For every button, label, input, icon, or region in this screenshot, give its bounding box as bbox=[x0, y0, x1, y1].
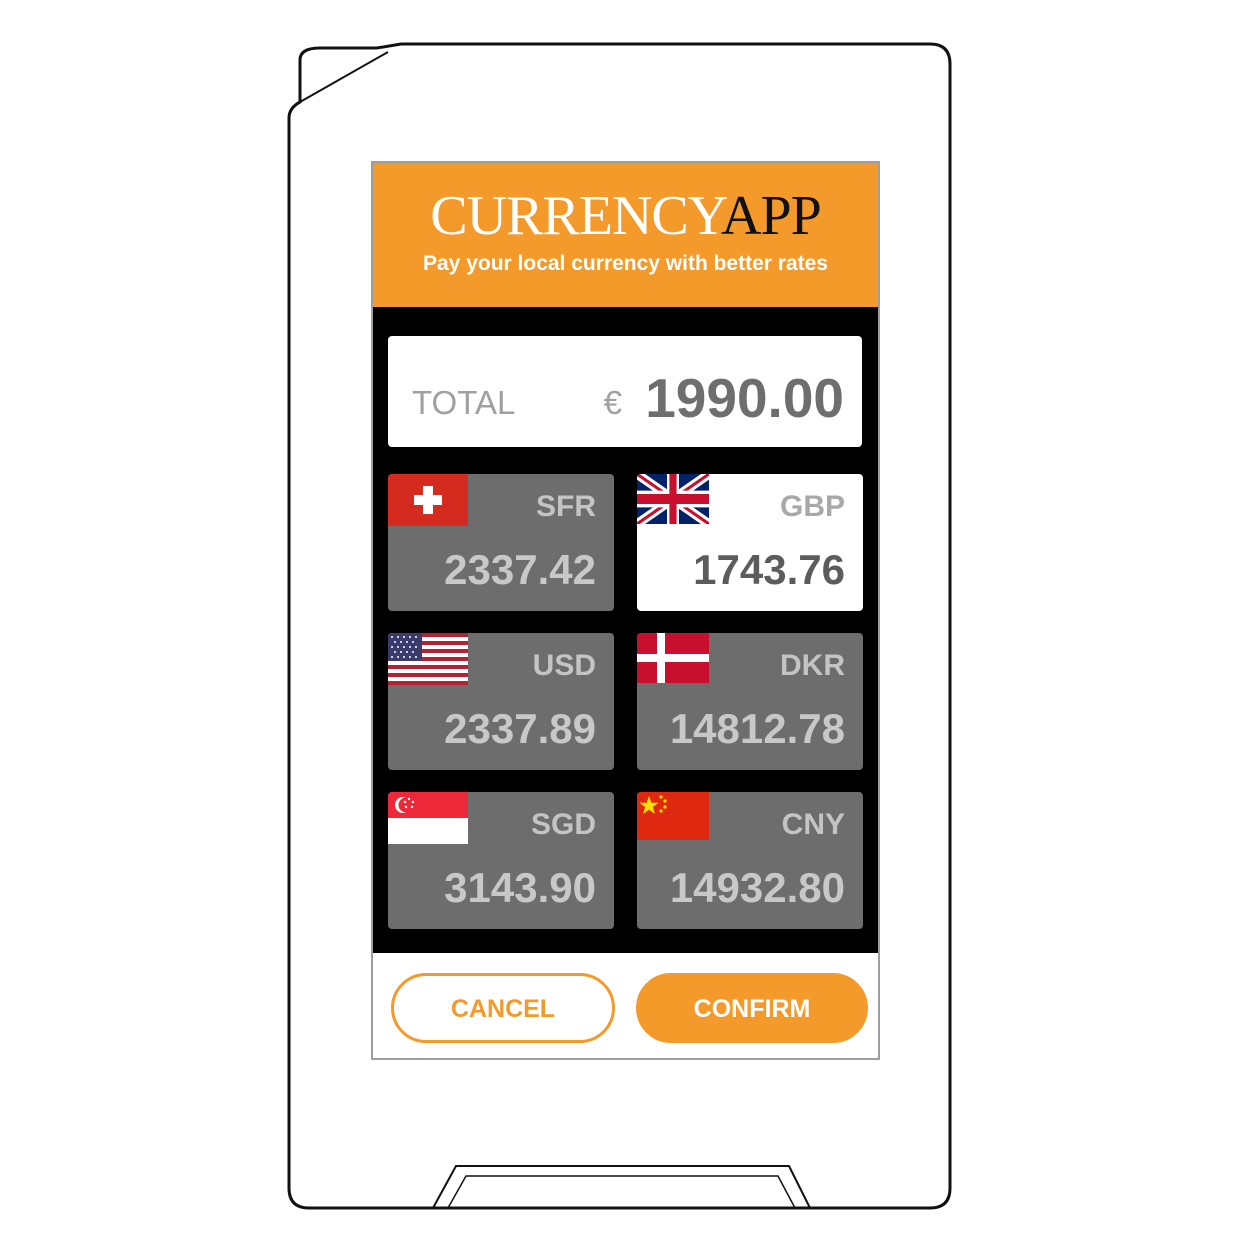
currency-amount: 2337.42 bbox=[444, 546, 596, 593]
currency-tile-dkr[interactable]: DKR 14812.78 bbox=[637, 633, 863, 770]
app-logo: CURRENCYAPP bbox=[373, 185, 878, 247]
terminal-screen: CURRENCYAPP Pay your local currency with… bbox=[371, 161, 880, 1060]
app-header: CURRENCYAPP Pay your local currency with… bbox=[373, 163, 878, 307]
currency-code: GBP bbox=[779, 490, 845, 523]
currency-code: SFR bbox=[536, 490, 596, 523]
currency-tile-sgd[interactable]: SGD 3143.90 bbox=[388, 792, 614, 929]
app-tagline: Pay your local currency with better rate… bbox=[423, 252, 828, 275]
us-flag-icon bbox=[388, 633, 468, 685]
currency-amount: 14812.78 bbox=[669, 705, 845, 752]
china-flag-icon bbox=[637, 792, 709, 840]
denmark-flag-icon bbox=[637, 633, 709, 683]
total-label: TOTAL bbox=[412, 384, 516, 421]
currency-panel: TOTAL € 1990.00 SFR 2337.42 GBP 1743.76 … bbox=[373, 307, 878, 953]
app-title-part2: APP bbox=[721, 185, 822, 247]
currency-code: USD bbox=[532, 649, 596, 682]
currency-amount: 1743.76 bbox=[693, 546, 845, 593]
uk-flag-icon bbox=[637, 474, 709, 524]
total-currency-symbol: € bbox=[603, 384, 622, 421]
total-display: TOTAL € 1990.00 bbox=[388, 336, 862, 447]
cancel-button[interactable]: CANCEL bbox=[391, 973, 615, 1043]
currency-tile-gbp[interactable]: GBP 1743.76 bbox=[637, 474, 863, 611]
singapore-flag-icon bbox=[388, 792, 468, 844]
currency-code: CNY bbox=[781, 808, 845, 841]
currency-tile-cny[interactable]: CNY 14932.80 bbox=[637, 792, 863, 929]
confirm-button[interactable]: CONFIRM bbox=[636, 973, 868, 1043]
currency-amount: 2337.89 bbox=[444, 705, 596, 752]
swiss-flag-icon bbox=[388, 474, 468, 526]
currency-code: SGD bbox=[530, 808, 596, 841]
total-amount: 1990.00 bbox=[645, 367, 844, 429]
currency-tile-usd[interactable]: USD 2337.89 bbox=[388, 633, 614, 770]
currency-tile-sfr[interactable]: SFR 2337.42 bbox=[388, 474, 614, 611]
currency-amount: 3143.90 bbox=[444, 864, 596, 911]
app-title-part1: CURRENCY bbox=[430, 185, 722, 247]
action-bar: CANCEL CONFIRM bbox=[373, 953, 878, 1058]
currency-amount: 14932.80 bbox=[669, 864, 845, 911]
currency-code: DKR bbox=[780, 649, 845, 682]
